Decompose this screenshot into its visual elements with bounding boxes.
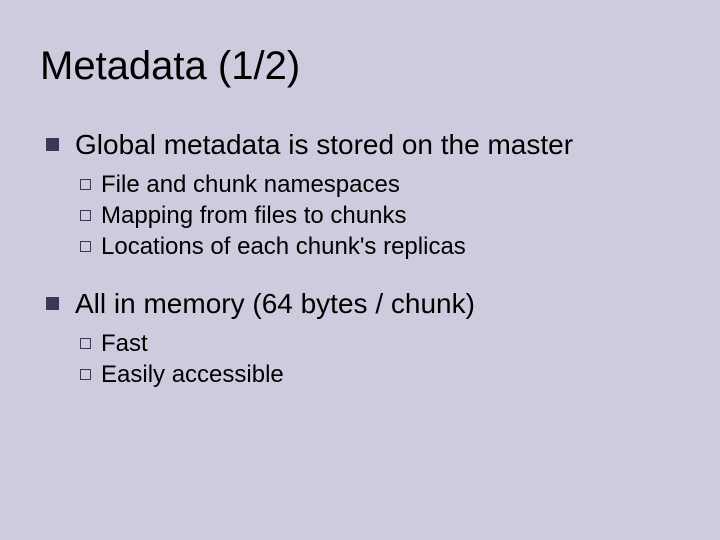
bullet-text: All in memory (64 bytes / chunk)	[75, 288, 475, 320]
slide: Metadata (1/2) Global metadata is stored…	[0, 0, 720, 540]
sub-bullet-text: Mapping from files to chunks	[101, 202, 406, 231]
sub-bullet-text: Fast	[101, 330, 148, 359]
sub-list: File and chunk namespaces Mapping from f…	[80, 171, 680, 261]
sub-bullet-item: Easily accessible	[80, 361, 680, 390]
sub-bullet-item: Locations of each chunk's replicas	[80, 233, 680, 262]
hollow-square-bullet-icon	[80, 369, 91, 380]
bullet-text: Global metadata is stored on the master	[75, 129, 573, 161]
sub-bullet-item: Fast	[80, 330, 680, 359]
sub-bullet-item: Mapping from files to chunks	[80, 202, 680, 231]
sub-bullet-text: Easily accessible	[101, 361, 284, 390]
sub-bullet-item: File and chunk namespaces	[80, 171, 680, 200]
hollow-square-bullet-icon	[80, 241, 91, 252]
square-bullet-icon	[46, 138, 59, 151]
hollow-square-bullet-icon	[80, 338, 91, 349]
sub-bullet-text: File and chunk namespaces	[101, 171, 400, 200]
bullet-item: Global metadata is stored on the master	[46, 129, 680, 161]
hollow-square-bullet-icon	[80, 210, 91, 221]
bullet-item: All in memory (64 bytes / chunk)	[46, 288, 680, 320]
sub-list: Fast Easily accessible	[80, 330, 680, 390]
square-bullet-icon	[46, 297, 59, 310]
hollow-square-bullet-icon	[80, 179, 91, 190]
sub-bullet-text: Locations of each chunk's replicas	[101, 233, 466, 262]
slide-title: Metadata (1/2)	[40, 44, 680, 89]
